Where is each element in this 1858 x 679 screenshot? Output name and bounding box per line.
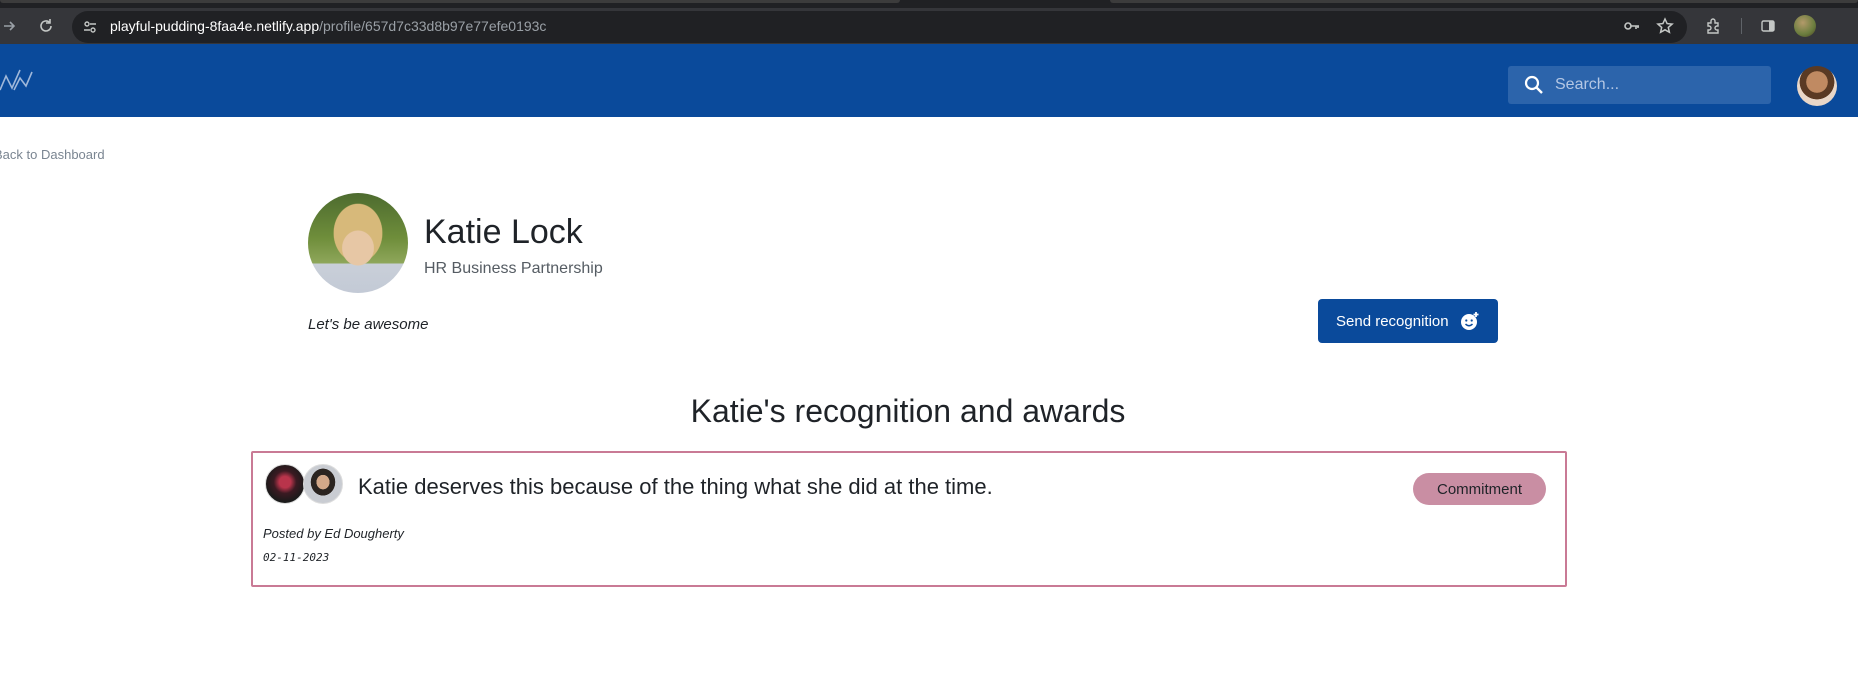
browser-profile-avatar[interactable]	[1794, 15, 1816, 37]
url-text[interactable]: playful-pudding-8faa4e.netlify.app/profi…	[110, 16, 546, 36]
recognition-author: Posted by Ed Dougherty	[263, 526, 404, 541]
tab-edge	[1110, 0, 1858, 3]
search-icon	[1524, 75, 1544, 95]
site-settings-icon[interactable]	[82, 19, 98, 35]
recognition-section-title: Katie's recognition and awards	[690, 393, 1126, 429]
recognition-message: Katie deserves this because of the thing…	[358, 474, 993, 499]
browser-toolbar: playful-pudding-8faa4e.netlify.app/profi…	[0, 8, 1858, 44]
back-to-dashboard-link[interactable]: Back to Dashboard	[0, 147, 105, 162]
url-host: playful-pudding-8faa4e.netlify.app	[110, 18, 320, 34]
user-avatar[interactable]	[1797, 66, 1837, 106]
recipient-avatar	[303, 464, 343, 504]
recognition-value-badge: Commitment	[1413, 473, 1546, 505]
send-recognition-button[interactable]: Send recognition	[1318, 299, 1498, 343]
profile-avatar	[308, 193, 408, 293]
recognition-date: 02-11-2023	[263, 551, 330, 564]
app-logo-icon[interactable]	[0, 68, 34, 94]
password-key-icon[interactable]	[1622, 16, 1642, 36]
search-input[interactable]	[1555, 66, 1760, 104]
tab-edge	[0, 0, 900, 3]
app-header	[0, 44, 1858, 117]
send-recognition-label: Send recognition	[1336, 312, 1449, 330]
profile-motto: Let's be awesome	[308, 316, 429, 333]
recognition-card: Katie deserves this because of the thing…	[251, 451, 1567, 587]
extensions-icon[interactable]	[1704, 16, 1724, 36]
reload-icon[interactable]	[36, 16, 56, 36]
profile-name: Katie Lock	[424, 213, 583, 251]
add-reaction-icon	[1460, 311, 1480, 331]
browser-tab-strip	[0, 0, 1858, 8]
search-box[interactable]	[1508, 66, 1771, 104]
bookmark-star-icon[interactable]	[1655, 16, 1675, 36]
forward-icon[interactable]	[0, 16, 20, 36]
sender-avatar	[265, 464, 305, 504]
profile-department: HR Business Partnership	[424, 260, 603, 277]
url-path: /profile/657d7c33d8b97e77efe0193c	[319, 18, 547, 34]
toolbar-separator	[1741, 18, 1742, 34]
side-panel-icon[interactable]	[1758, 16, 1778, 36]
